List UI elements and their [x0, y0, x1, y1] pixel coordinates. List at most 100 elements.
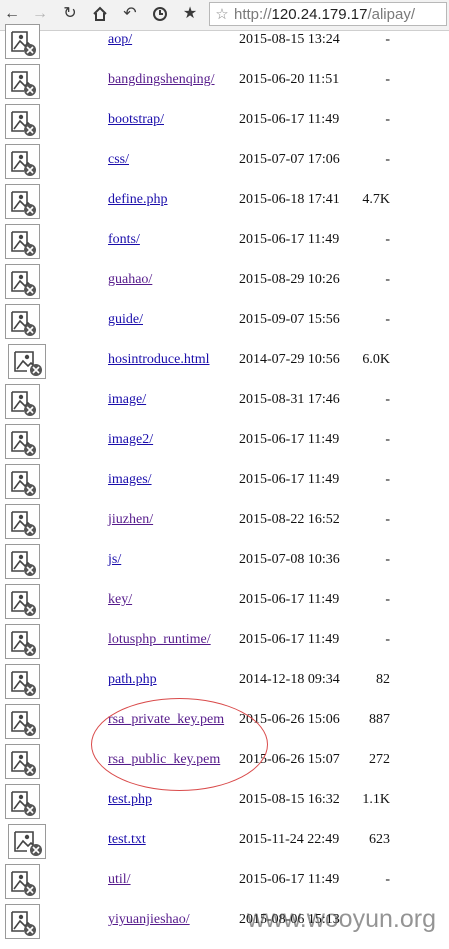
modified-date: 2015-06-17 11:49 [239, 432, 340, 447]
file-link[interactable]: css/ [108, 152, 129, 168]
modified-date: 2015-06-17 11:49 [239, 232, 340, 247]
broken-image-icon[interactable] [5, 464, 40, 499]
table-row: test.php 2015-08-15 16:32 1.1K [0, 782, 449, 822]
file-size: 887 [369, 712, 390, 727]
table-row: image2/2015-06-17 11:49 - [0, 422, 449, 462]
table-row: hosintroduce.html 2014-07-29 10:56 6.0K [0, 342, 449, 382]
table-row: jiuzhen/2015-08-22 16:52 - [0, 502, 449, 542]
file-link[interactable]: hosintroduce.html [108, 352, 210, 368]
modified-date: 2015-08-15 16:32 [239, 792, 340, 807]
highlight-ellipse [91, 698, 268, 791]
file-link[interactable]: bootstrap/ [108, 112, 164, 128]
table-row: guide/2015-09-07 15:56 - [0, 302, 449, 342]
file-link[interactable]: yiyuanjieshao/ [108, 912, 190, 928]
modified-date: 2015-06-17 11:49 [239, 472, 340, 487]
file-link[interactable]: aop/ [108, 32, 132, 48]
broken-image-icon[interactable] [8, 344, 46, 379]
broken-image-icon[interactable] [5, 784, 40, 819]
file-link[interactable]: images/ [108, 472, 152, 488]
broken-image-icon[interactable] [5, 624, 40, 659]
broken-image-icon[interactable] [5, 144, 40, 179]
table-row: images/2015-06-17 11:49 - [0, 462, 449, 502]
broken-image-icon[interactable] [5, 24, 40, 59]
file-link[interactable]: bangdingshenqing/ [108, 72, 215, 88]
broken-image-icon[interactable] [5, 104, 40, 139]
file-size: - [385, 152, 390, 167]
modified-date: 2015-06-20 11:51 [239, 72, 340, 87]
file-size: 1.1K [362, 792, 390, 807]
file-size: 272 [369, 752, 390, 767]
url-text: http://120.24.179.17/alipay/ [234, 5, 415, 23]
broken-image-icon[interactable] [5, 744, 40, 779]
file-link[interactable]: js/ [108, 552, 121, 568]
table-row: util/2015-06-17 11:49 - [0, 862, 449, 902]
watermark: www.wooyun.org [247, 905, 436, 933]
broken-image-icon[interactable] [5, 584, 40, 619]
broken-image-icon[interactable] [5, 424, 40, 459]
modified-date: 2015-09-07 15:56 [239, 312, 340, 327]
file-size: - [385, 32, 390, 47]
table-row: image/2015-08-31 17:46 - [0, 382, 449, 422]
file-size: - [385, 312, 390, 327]
file-size: - [385, 232, 390, 247]
broken-image-icon[interactable] [5, 704, 40, 739]
table-row: guahao/2015-08-29 10:26 - [0, 262, 449, 302]
file-size: - [385, 112, 390, 127]
file-link[interactable]: guahao/ [108, 272, 152, 288]
modified-date: 2015-08-15 13:24 [239, 32, 340, 47]
file-link[interactable]: image2/ [108, 432, 153, 448]
broken-image-icon[interactable] [5, 184, 40, 219]
modified-date: 2015-11-24 22:49 [239, 832, 340, 847]
file-link[interactable]: lotusphp_runtime/ [108, 632, 211, 648]
file-link[interactable]: test.txt [108, 832, 146, 848]
file-link[interactable]: util/ [108, 872, 131, 888]
broken-image-icon[interactable] [5, 224, 40, 259]
file-size: - [385, 272, 390, 287]
file-size: - [385, 592, 390, 607]
modified-date: 2015-08-29 10:26 [239, 272, 340, 287]
file-link[interactable]: guide/ [108, 312, 143, 328]
modified-date: 2014-07-29 10:56 [239, 352, 340, 367]
table-row: key/2015-06-17 11:49 - [0, 582, 449, 622]
table-row: test.txt 2015-11-24 22:49 623 [0, 822, 449, 862]
table-row: css/2015-07-07 17:06 - [0, 142, 449, 182]
broken-image-icon[interactable] [5, 864, 40, 899]
modified-date: 2015-06-17 11:49 [239, 112, 340, 127]
modified-date: 2015-06-17 11:49 [239, 592, 340, 607]
broken-image-icon[interactable] [5, 504, 40, 539]
broken-image-icon[interactable] [5, 544, 40, 579]
file-size: 82 [376, 672, 390, 687]
file-size: - [385, 512, 390, 527]
file-size: 623 [369, 832, 390, 847]
table-row: define.php 2015-06-18 17:41 4.7K [0, 182, 449, 222]
bookmark-page-star-icon[interactable]: ☆ [210, 5, 234, 23]
file-link[interactable]: key/ [108, 592, 132, 608]
file-link[interactable]: path.php [108, 672, 157, 688]
modified-date: 2015-08-31 17:46 [239, 392, 340, 407]
file-link[interactable]: define.php [108, 192, 167, 208]
file-link[interactable]: fonts/ [108, 232, 140, 248]
file-size: 6.0K [362, 352, 390, 367]
broken-image-icon[interactable] [5, 384, 40, 419]
broken-image-icon[interactable] [8, 824, 46, 859]
modified-date: 2014-12-18 09:34 [239, 672, 340, 687]
file-size: - [385, 472, 390, 487]
file-link[interactable]: jiuzhen/ [108, 512, 153, 528]
file-link[interactable]: test.php [108, 792, 152, 808]
table-row: bangdingshenqing/2015-06-20 11:51 - [0, 62, 449, 102]
broken-image-icon[interactable] [5, 304, 40, 339]
broken-image-icon[interactable] [5, 664, 40, 699]
file-size: - [385, 432, 390, 447]
broken-image-icon[interactable] [5, 904, 40, 939]
table-row: aop/2015-08-15 13:24 - [0, 22, 449, 62]
broken-image-icon[interactable] [5, 264, 40, 299]
file-size: - [385, 552, 390, 567]
file-size: - [385, 872, 390, 887]
table-row: bootstrap/2015-06-17 11:49 - [0, 102, 449, 142]
modified-date: 2015-06-17 11:49 [239, 632, 340, 647]
broken-image-icon[interactable] [5, 64, 40, 99]
file-size: - [385, 632, 390, 647]
table-row: fonts/2015-06-17 11:49 - [0, 222, 449, 262]
modified-date: 2015-06-17 11:49 [239, 872, 340, 887]
file-link[interactable]: image/ [108, 392, 146, 408]
